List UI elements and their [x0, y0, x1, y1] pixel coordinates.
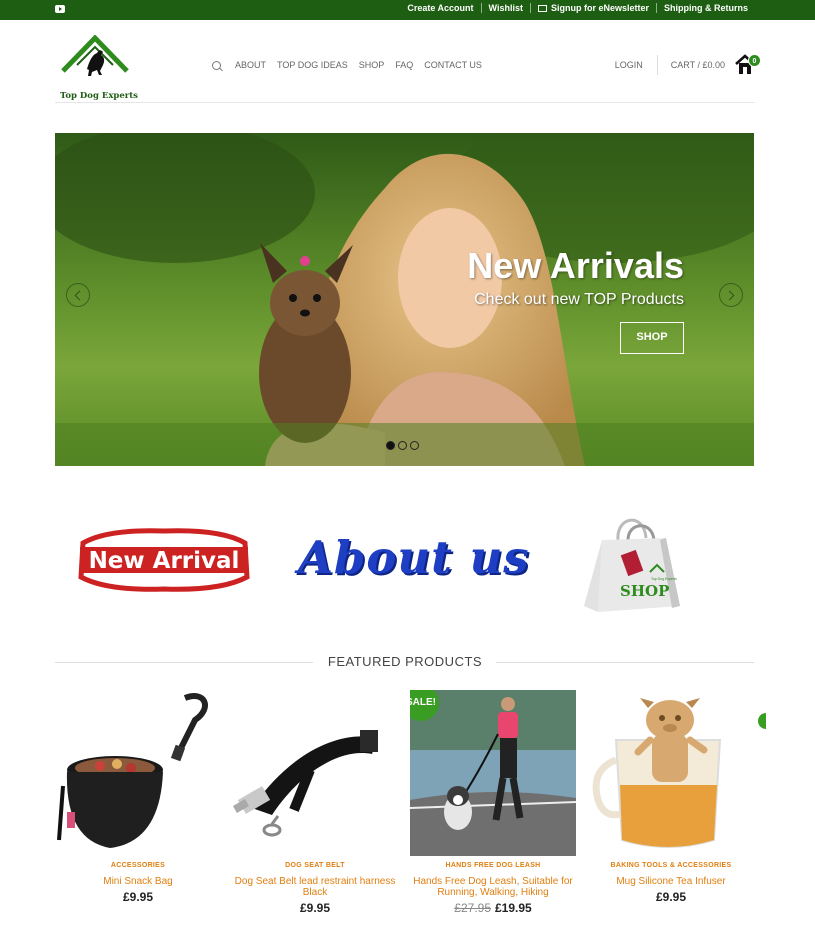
divider — [55, 662, 313, 663]
top-links: Create Account Wishlist Signup for eNews… — [400, 3, 755, 13]
hero-subtitle: Check out new TOP Products — [474, 291, 684, 308]
search-icon[interactable] — [212, 60, 221, 70]
next-product-badge — [758, 713, 766, 729]
product-price: £9.95 — [122, 890, 154, 904]
account-nav: LOGIN CART / £0.00 0 — [615, 51, 761, 79]
product-image[interactable]: SALE! — [410, 690, 576, 856]
shopping-bag-icon: Top Dog Experts SHOP — [584, 518, 680, 612]
dog-seat-belt-image — [232, 690, 398, 856]
product-price: £27.95 £19.95 — [410, 901, 576, 915]
product-image[interactable] — [232, 690, 398, 856]
product-name[interactable]: Mug Silicone Tea Infuser — [588, 876, 754, 887]
logo[interactable]: Top Dog Experts — [57, 34, 147, 101]
slider-dot-3[interactable] — [410, 441, 419, 450]
cart-icon[interactable]: 0 — [735, 53, 761, 77]
shipping-returns-link[interactable]: Shipping & Returns — [657, 3, 755, 13]
nav-shop[interactable]: SHOP — [359, 60, 385, 70]
product-category[interactable]: DOG SEAT BELT — [232, 862, 398, 869]
product-card[interactable]: DOG SEAT BELT Dog Seat Belt lead restrai… — [232, 690, 398, 915]
nav-top-dog-ideas[interactable]: TOP DOG IDEAS — [277, 60, 348, 70]
product-image[interactable] — [55, 690, 221, 856]
product-category[interactable]: ACCESSORIES — [55, 862, 221, 869]
product-price: £9.95 — [655, 890, 687, 904]
hero-title: New Arrivals — [467, 245, 684, 286]
product-category[interactable]: HANDS FREE DOG LEASH — [410, 862, 576, 869]
top-bar: Create Account Wishlist Signup for eNews… — [0, 0, 815, 20]
hands-free-leash-image — [410, 690, 576, 856]
featured-products-title: FEATURED PRODUCTS — [327, 654, 483, 669]
product-price: £9.95 — [299, 901, 331, 915]
divider — [496, 662, 754, 663]
product-card[interactable]: BAKING TOOLS & ACCESSORIES Mug Silicone … — [588, 690, 754, 904]
cart-link[interactable]: CART / £0.00 — [658, 60, 725, 70]
new-arrival-banner[interactable]: New Arrival — [77, 525, 251, 595]
site-header: Top Dog Experts ABOUT TOP DOG IDEAS SHOP… — [55, 21, 761, 103]
wishlist-link[interactable]: Wishlist — [482, 3, 530, 13]
about-us-banner[interactable]: About us — [298, 530, 529, 586]
mail-icon — [537, 5, 547, 12]
snack-bag-image — [55, 690, 221, 856]
nav-contact-us[interactable]: CONTACT US — [424, 60, 482, 70]
product-rating-placeholder — [588, 869, 754, 875]
product-rating-placeholder — [55, 869, 221, 875]
newsletter-link[interactable]: Signup for eNewsletter — [531, 3, 656, 13]
product-name[interactable]: Mini Snack Bag — [55, 876, 221, 887]
login-link[interactable]: LOGIN — [615, 55, 658, 75]
youtube-icon[interactable] — [55, 5, 65, 13]
shop-bag-banner[interactable]: Top Dog Experts SHOP — [580, 510, 684, 616]
product-rating-placeholder — [410, 869, 576, 875]
slider-dots — [386, 441, 419, 450]
slider-prev-arrow-icon[interactable] — [66, 283, 90, 307]
product-name[interactable]: Hands Free Dog Leash, Suitable for Runni… — [410, 876, 576, 898]
slider-dot-1[interactable] — [386, 441, 395, 450]
logo-house-dog-icon — [61, 34, 129, 76]
hero-slider: New Arrivals Check out new TOP Products … — [55, 133, 754, 466]
product-card[interactable]: SALE! HANDS FREE DOG LEASH Hands Free Do… — [410, 690, 576, 915]
product-card[interactable]: ACCESSORIES Mini Snack Bag £9.95 — [55, 690, 221, 904]
nav-about[interactable]: ABOUT — [235, 60, 266, 70]
create-account-link[interactable]: Create Account — [400, 3, 480, 13]
product-name[interactable]: Dog Seat Belt lead restraint harness Bla… — [232, 876, 398, 898]
hero-shop-button[interactable]: SHOP — [620, 322, 684, 354]
logo-text: Top Dog Experts — [60, 91, 138, 101]
slider-dot-2[interactable] — [398, 441, 407, 450]
product-image[interactable] — [588, 690, 754, 856]
nav-faq[interactable]: FAQ — [395, 60, 413, 70]
tea-infuser-mug-image — [588, 690, 754, 856]
product-old-price: £27.95 — [454, 901, 491, 915]
cart-count-badge: 0 — [748, 54, 761, 67]
product-sale-price: £19.95 — [495, 901, 532, 915]
shop-bag-small-text: Top Dog Experts — [651, 577, 677, 581]
main-nav: ABOUT TOP DOG IDEAS SHOP FAQ CONTACT US — [212, 60, 493, 70]
newsletter-label: Signup for eNewsletter — [550, 3, 649, 13]
shop-bag-label: SHOP — [620, 582, 669, 600]
slider-next-arrow-icon[interactable] — [719, 283, 743, 307]
product-rating-placeholder — [232, 869, 398, 875]
new-arrival-stamp: New Arrival — [78, 528, 250, 592]
product-category[interactable]: BAKING TOOLS & ACCESSORIES — [588, 862, 754, 869]
new-arrival-text: New Arrival — [89, 548, 240, 574]
